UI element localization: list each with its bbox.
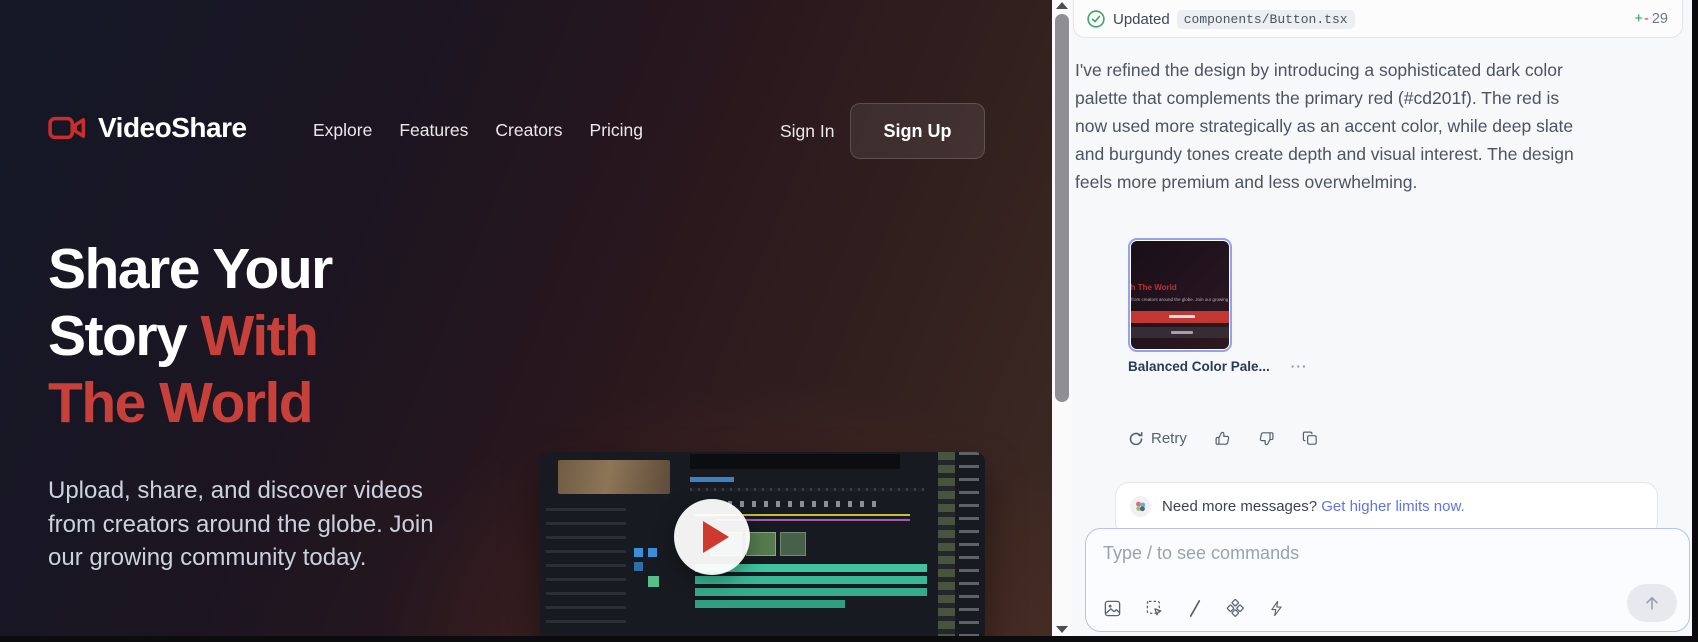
thumbs-up-button[interactable] [1214,430,1231,447]
thumbs-down-icon [1258,430,1275,447]
attach-image-button[interactable] [1103,599,1122,618]
slash-icon [1187,599,1203,618]
select-cursor-icon [1145,599,1164,618]
scroll-down-arrow[interactable] [1056,626,1068,633]
quick-actions-button[interactable] [1268,599,1285,618]
play-icon [703,521,729,553]
get-higher-limits-link[interactable]: Get higher limits now. [1321,498,1464,515]
scrollbar-thumb[interactable] [1055,14,1069,402]
brand-logo[interactable]: VideoShare [48,112,247,144]
thumb-subtitle: videos from creators around the globe. J… [1131,297,1229,302]
select-element-button[interactable] [1145,599,1164,618]
nav-link-creators[interactable]: Creators [495,120,562,141]
slash-commands-button[interactable] [1187,599,1203,618]
window-edge-right [1692,0,1698,642]
site-preview-panel: VideoShare Explore Features Creators Pri… [0,0,1052,642]
artifact-menu-button[interactable]: ⋯ [1290,362,1308,372]
components-button[interactable] [1226,599,1245,618]
copy-icon [1302,430,1319,447]
window-edge-bottom [0,636,1698,642]
video-camera-icon [48,114,86,142]
check-circle-icon [1087,10,1105,28]
update-verb: Updated [1113,11,1170,28]
hero-heading: Share Your Story With The World [48,236,332,437]
message-composer [1085,528,1690,632]
assistant-message: I've refined the design by introducing a… [1075,56,1577,196]
diff-stat: + - 29 [1635,11,1668,27]
sign-in-link[interactable]: Sign In [780,121,834,142]
file-update-card[interactable]: Updated components/Button.tsx + - 29 [1073,0,1683,38]
scroll-up-arrow[interactable] [1056,2,1068,9]
image-icon [1103,599,1122,618]
app-window: VideoShare Explore Features Creators Pri… [0,0,1698,642]
banner-text: Need more messages? [1162,498,1317,515]
chat-input[interactable] [1103,543,1523,564]
sign-up-button[interactable]: Sign Up [850,103,985,159]
retry-icon [1128,431,1144,447]
nav-link-pricing[interactable]: Pricing [590,120,644,141]
chat-panel: Updated components/Button.tsx + - 29 I'v… [1072,0,1692,642]
nav-link-explore[interactable]: Explore [313,120,372,141]
thumbs-down-button[interactable] [1258,430,1275,447]
updated-file-chip: components/Button.tsx [1177,10,1355,29]
retry-button[interactable]: Retry [1128,430,1187,447]
pinwheel-icon [1130,496,1151,517]
arrow-up-icon [1643,594,1661,612]
message-actions: Retry [1128,430,1319,447]
video-editor-screenshot [540,452,985,642]
chat-scrollbar[interactable] [1052,0,1072,636]
thumb-heading: th The World [1131,283,1177,292]
thumb-primary-button [1131,311,1229,323]
lightning-icon [1268,599,1285,618]
nav-link-features[interactable]: Features [399,120,468,141]
play-button[interactable] [674,499,750,575]
thumb-secondary-button [1131,327,1229,338]
thumbs-up-icon [1214,430,1231,447]
copy-button[interactable] [1302,430,1319,447]
components-icon [1226,599,1245,618]
artifact-thumbnail[interactable]: th The World videos from creators around… [1128,238,1232,352]
hero-subtitle: Upload, share, and discover videos from … [48,474,443,575]
artifact-title: Balanced Color Pale... [1128,359,1270,374]
main-nav: Explore Features Creators Pricing [313,120,643,141]
brand-name: VideoShare [98,112,247,144]
send-button[interactable] [1627,584,1677,622]
